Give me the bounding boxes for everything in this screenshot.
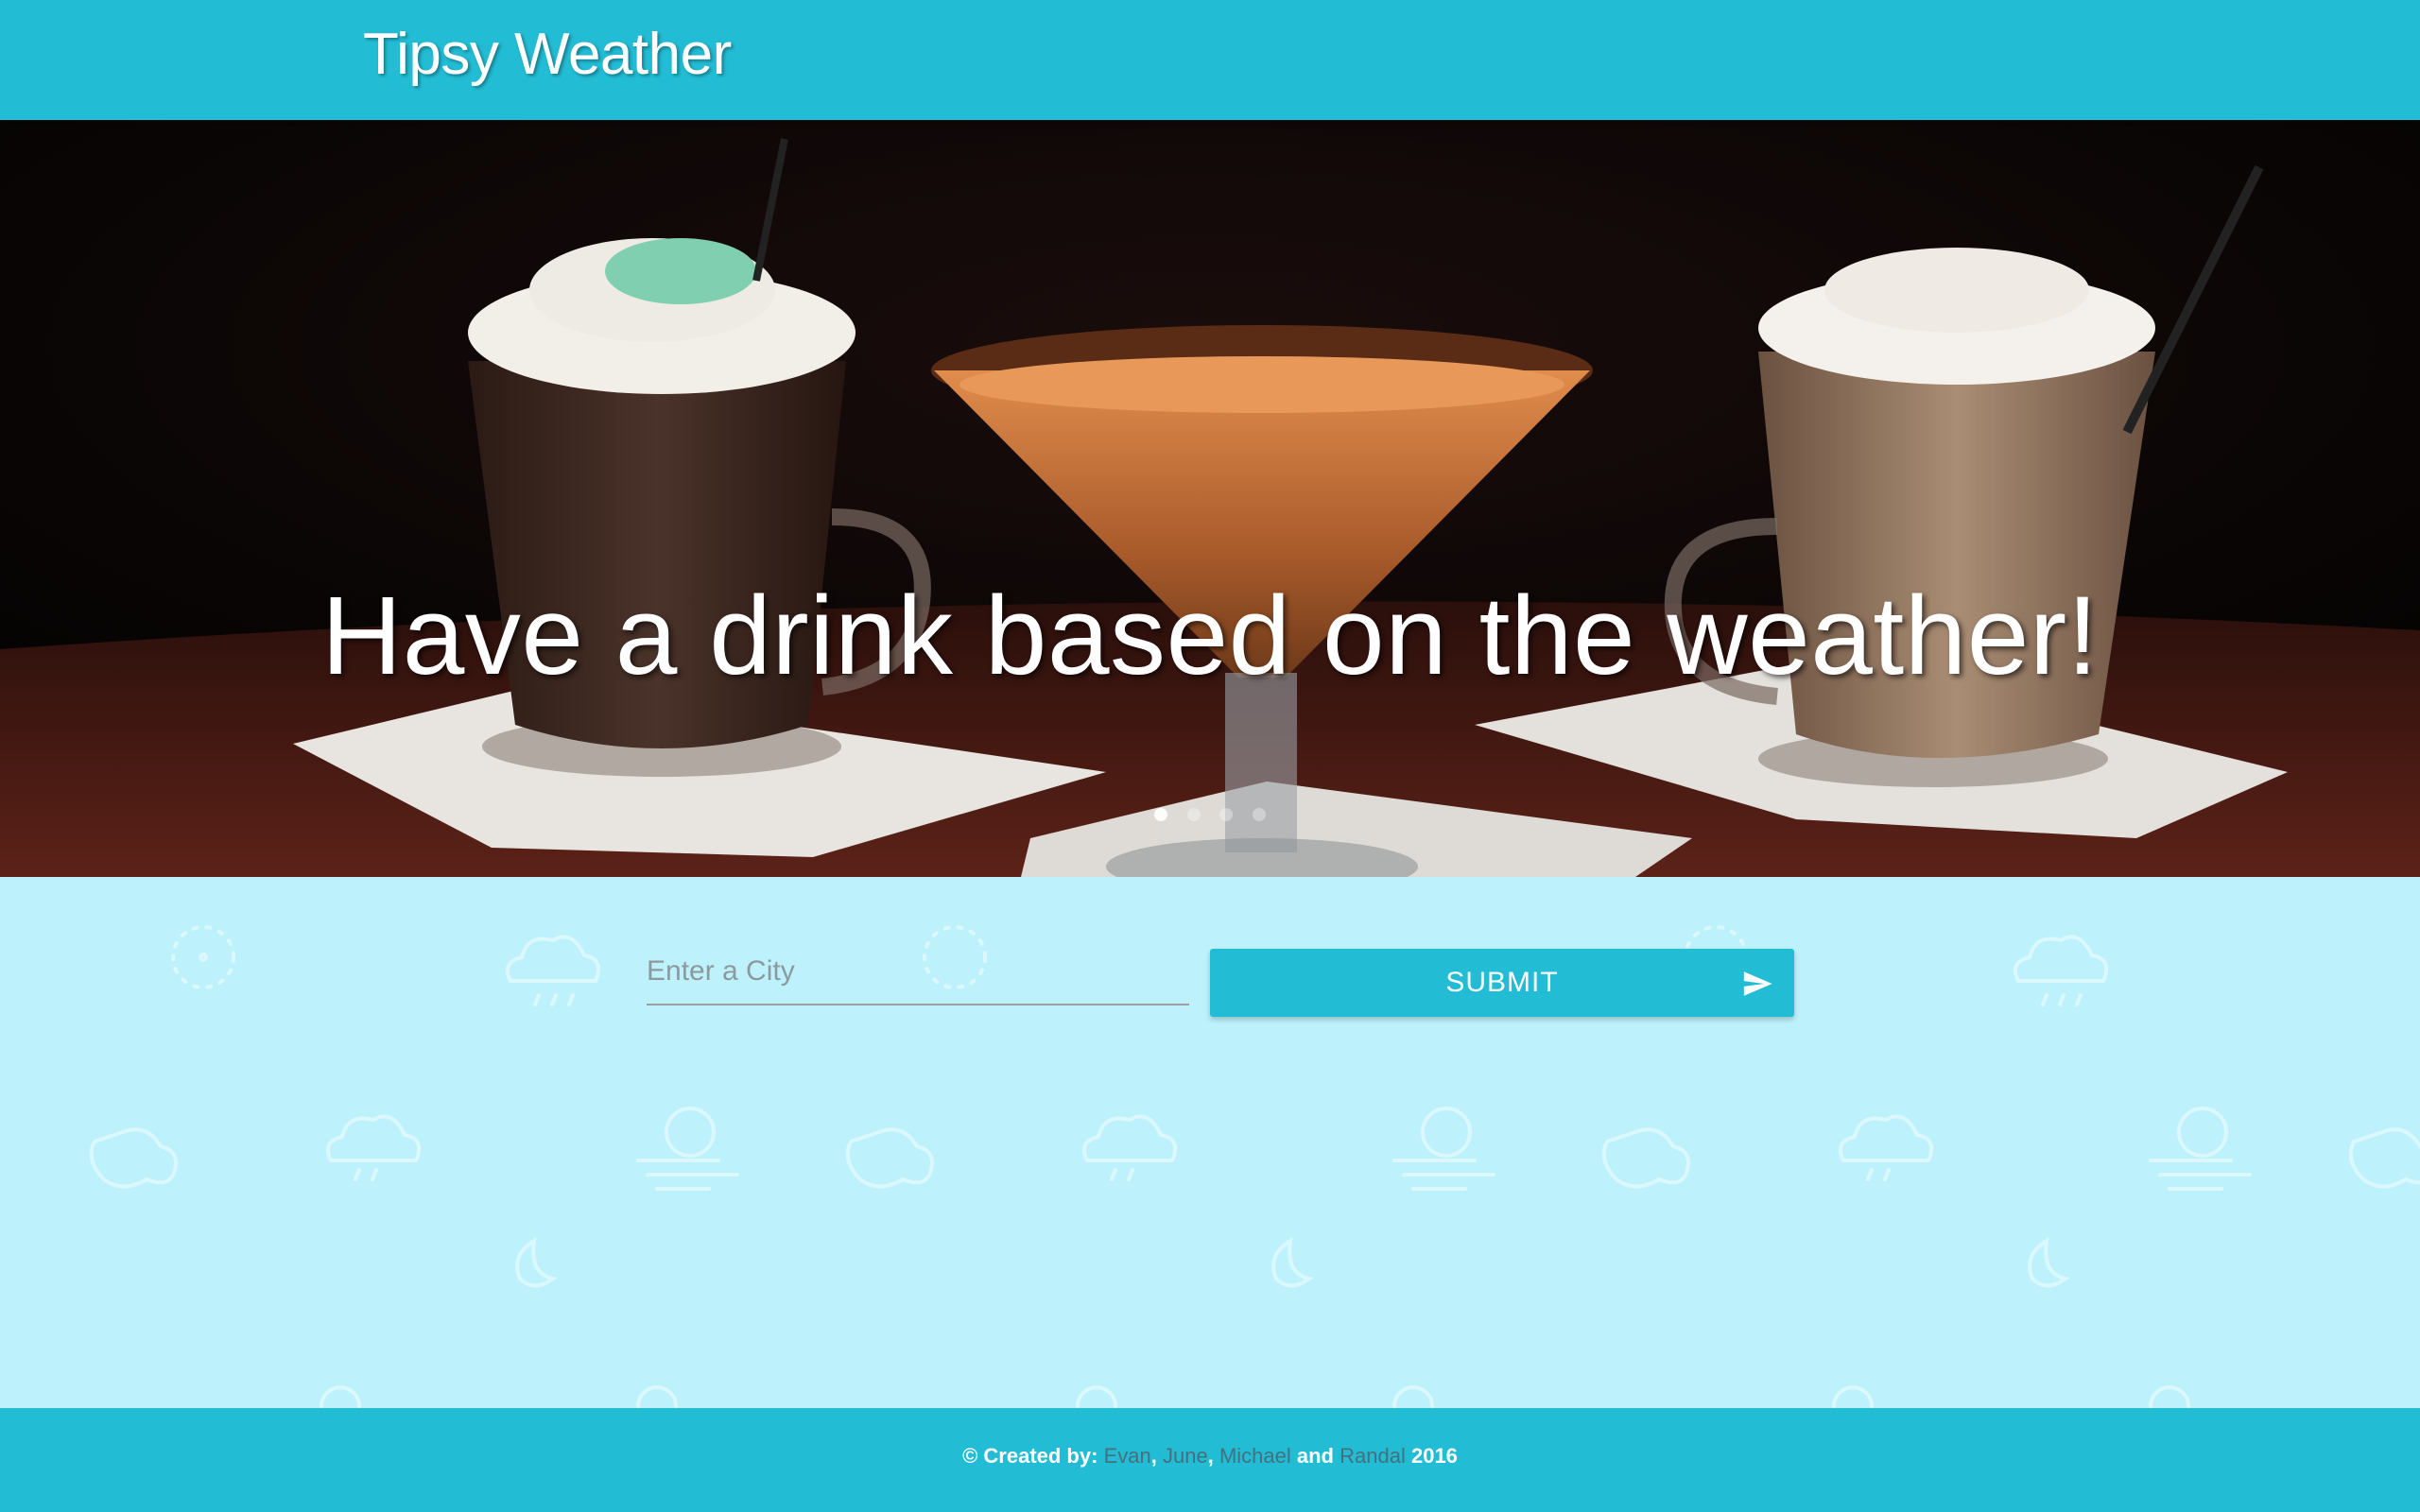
moon-icon (1271, 1237, 1314, 1288)
submit-label: SUBMIT (1445, 967, 1559, 998)
drinks-photo (0, 120, 2420, 877)
sun-icon (1832, 1385, 1874, 1408)
send-icon (1743, 971, 1772, 996)
author-link-evan[interactable]: Evan (1104, 1444, 1151, 1468)
city-field (647, 939, 1189, 1021)
moon-icon (515, 1237, 558, 1288)
slider-dot-4[interactable] (1252, 808, 1266, 821)
rain-cloud-icon (1082, 1114, 1177, 1181)
slider-dot-1[interactable] (1154, 808, 1168, 821)
city-input[interactable] (647, 939, 1189, 1005)
top-navbar: Tipsy Weather (0, 0, 2420, 120)
footer: © Created by: Evan, June, Michael and Ra… (0, 1408, 2420, 1512)
sun-icon (2149, 1385, 2190, 1408)
footer-credits: © Created by: Evan, June, Michael and Ra… (0, 1444, 2420, 1469)
sun-wind-icon (1392, 1107, 1495, 1191)
page: Tipsy Weather Have a drink based on the … (0, 0, 2420, 1512)
submit-button[interactable]: SUBMIT (1210, 949, 1794, 1017)
slider-indicators (0, 808, 2420, 826)
sun-icon (320, 1385, 361, 1408)
moon-cloud-icon (89, 1127, 178, 1189)
slider-dot-3[interactable] (1219, 808, 1234, 821)
author-link-michael[interactable]: Michael (1219, 1444, 1291, 1468)
credits-year: 2016 (1410, 1444, 1458, 1468)
rain-cloud-icon (506, 935, 600, 1006)
hero-caption: Have a drink based on the weather! (321, 574, 2099, 698)
credits-separator: , (1207, 1444, 1214, 1468)
credits-prefix: © Created by: (962, 1444, 1098, 1468)
moon-icon (2028, 1237, 2070, 1288)
sun-icon (1076, 1385, 1117, 1408)
rain-cloud-icon (1839, 1114, 1933, 1181)
sun-icon (636, 1385, 678, 1408)
credits-separator: , (1150, 1444, 1157, 1468)
author-link-june[interactable]: June (1163, 1444, 1208, 1468)
author-link-randal[interactable]: Randal (1340, 1444, 1406, 1468)
moon-cloud-icon (2348, 1127, 2420, 1189)
sun-wind-icon (636, 1107, 739, 1191)
hero-slider: Have a drink based on the weather! (0, 120, 2420, 877)
moon-cloud-icon (1601, 1127, 1690, 1189)
snow-icon (171, 925, 235, 989)
brand-logo[interactable]: Tipsy Weather (363, 21, 732, 88)
sun-wind-icon (2149, 1107, 2252, 1191)
sun-icon (1392, 1385, 1434, 1408)
credits-conjunction: and (1296, 1444, 1334, 1468)
slider-dot-2[interactable] (1186, 808, 1201, 821)
rain-cloud-icon (2014, 935, 2108, 1006)
moon-cloud-icon (845, 1127, 934, 1189)
rain-cloud-icon (326, 1114, 421, 1181)
